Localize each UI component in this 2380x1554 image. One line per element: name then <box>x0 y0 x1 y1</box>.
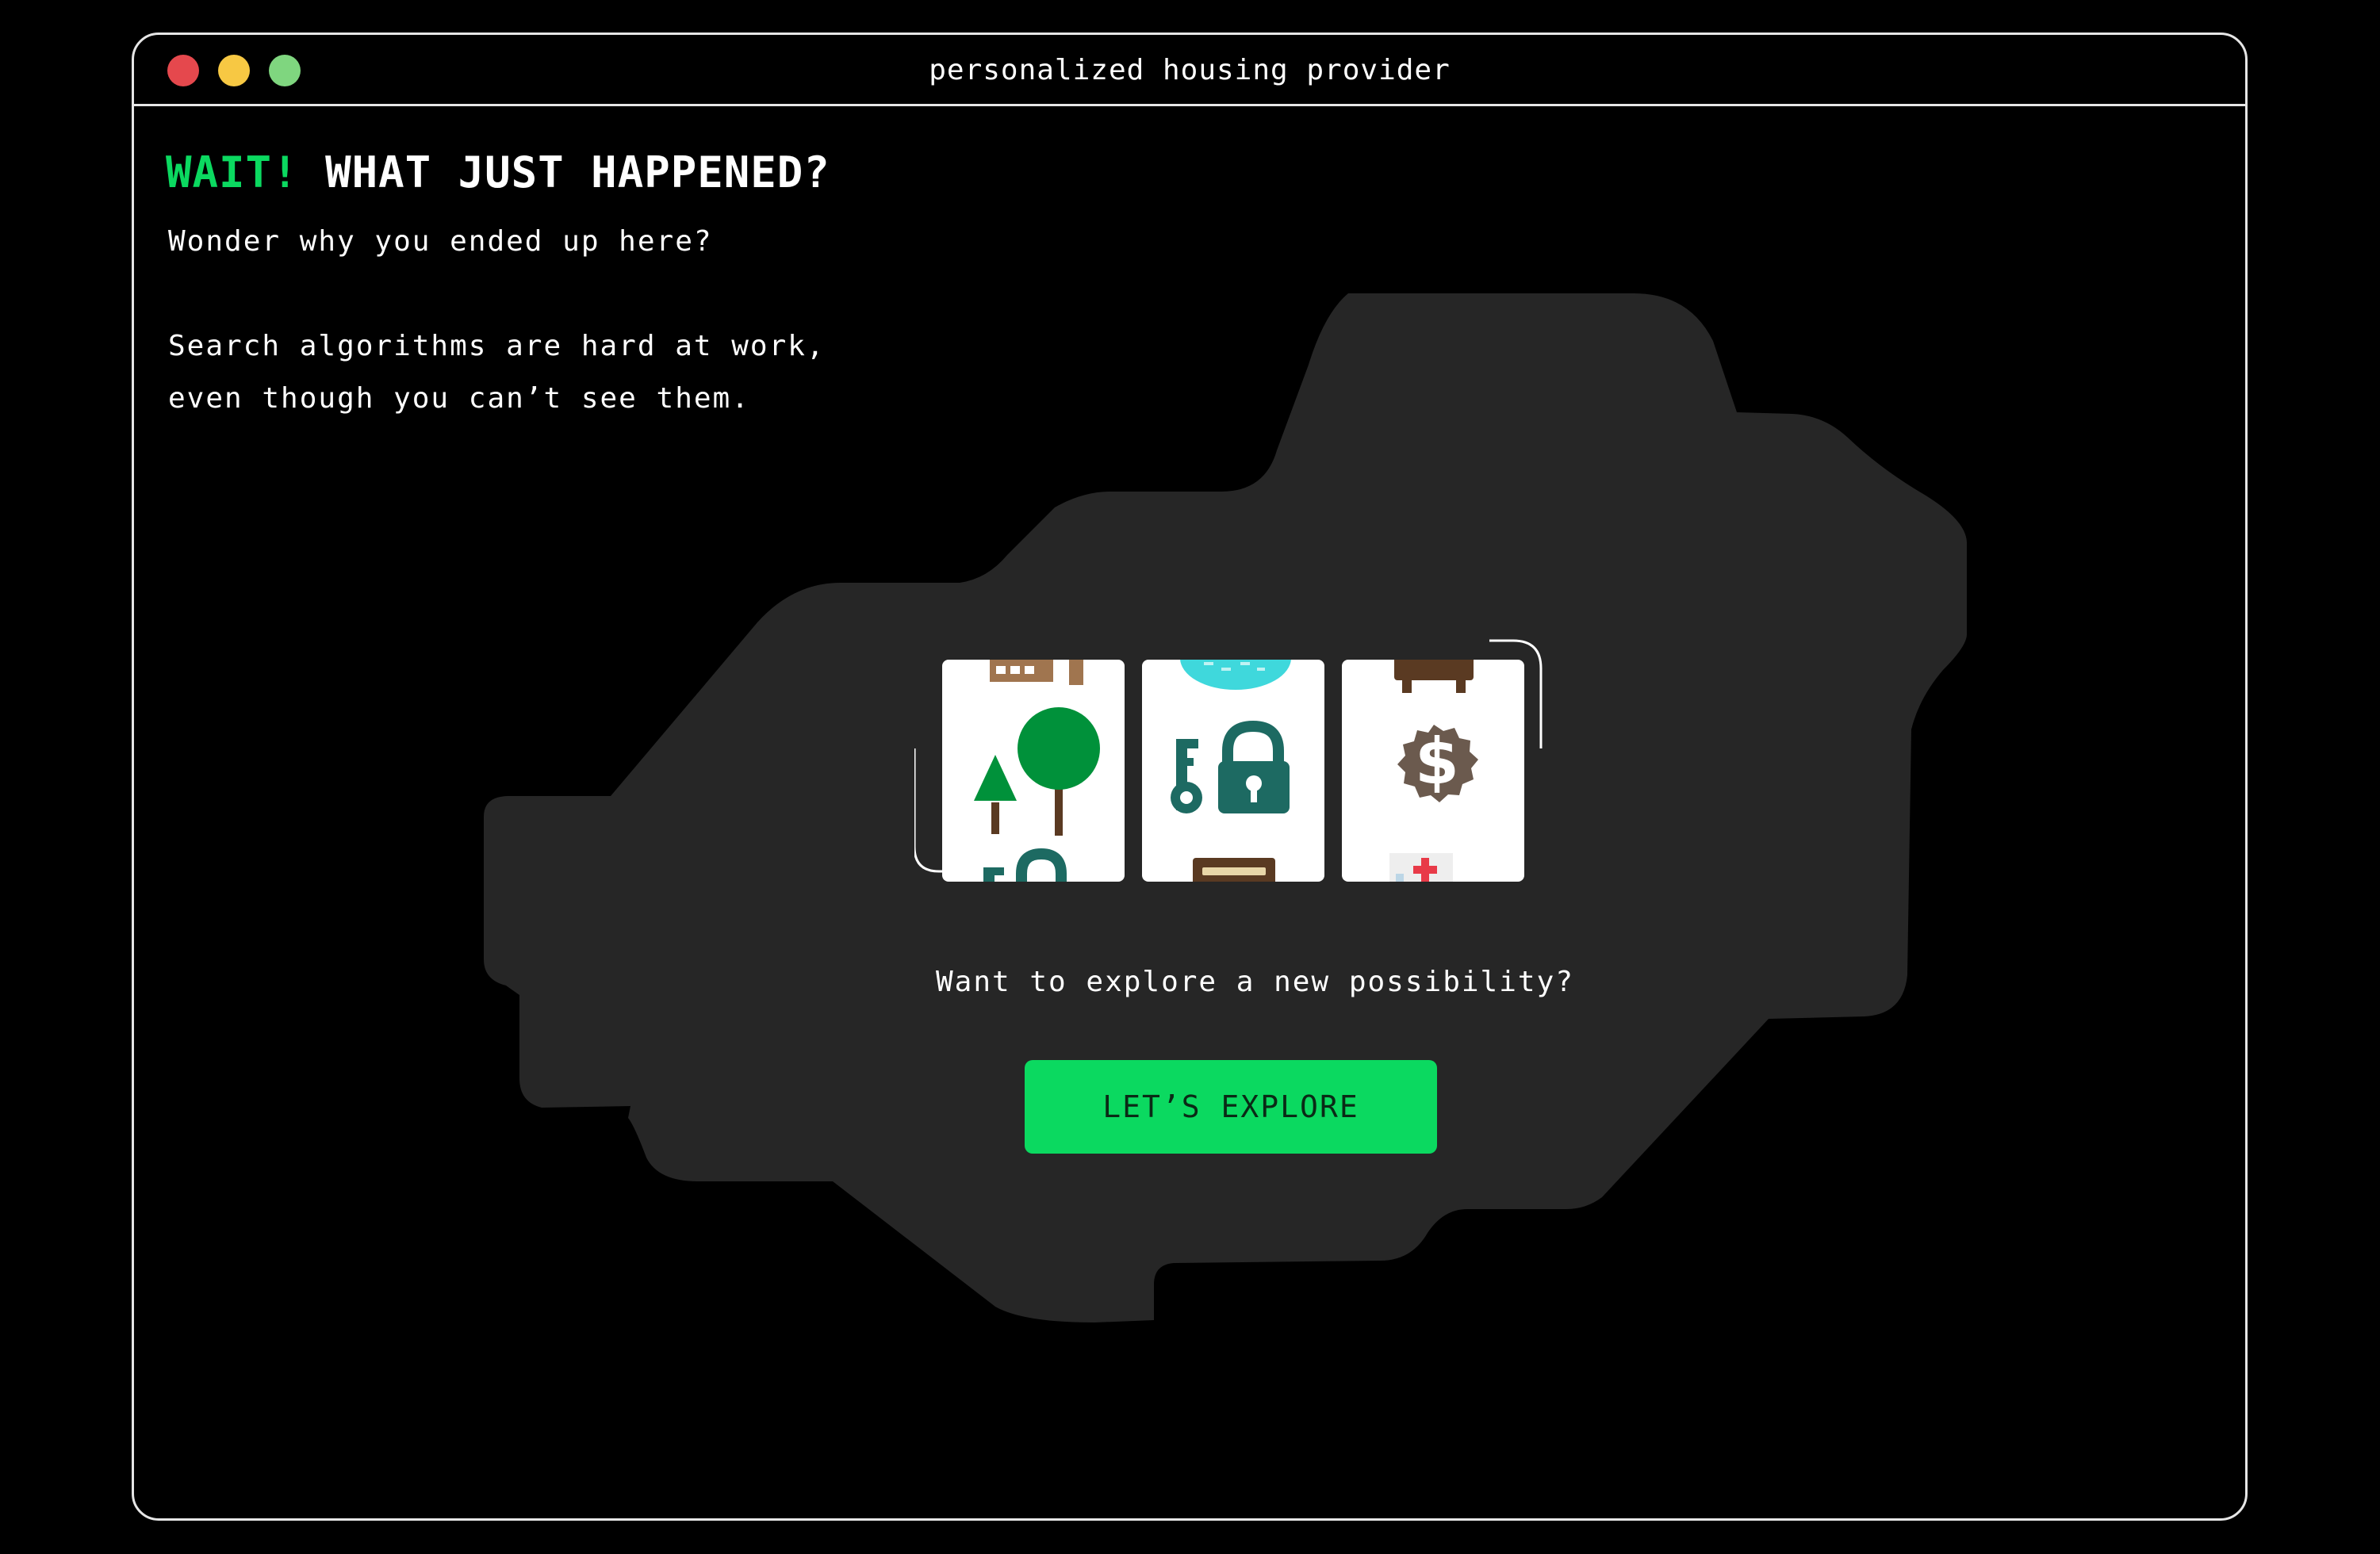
headline-accent: WAIT! <box>166 147 299 197</box>
window-titlebar: personalized housing provider <box>134 35 2245 106</box>
svg-text:$: $ <box>1415 725 1459 798</box>
intro-line-3: even though you can’t see them. <box>168 382 750 415</box>
window-title: personalized housing provider <box>929 54 1451 86</box>
intro-line-2: Search algorithms are hard at work, <box>168 330 826 362</box>
slot-reel-1 <box>942 660 1125 882</box>
page-headline: WAIT! WHAT JUST HAPPENED? <box>166 147 830 197</box>
slot-reel-2 <box>1142 660 1324 882</box>
key-lock-icon <box>1171 660 1291 882</box>
slot-reel-3: $ <box>1342 660 1524 882</box>
headline-text: WHAT JUST HAPPENED? <box>325 147 830 197</box>
explore-prompt: Want to explore a new possibility? <box>936 966 1574 998</box>
dollar-badge-icon: $ <box>1389 660 1478 882</box>
lets-explore-button[interactable]: LET’S EXPLORE <box>1025 1060 1437 1154</box>
intro-line-1: Wonder why you ended up here? <box>168 225 713 258</box>
trees-icon <box>974 660 1100 882</box>
